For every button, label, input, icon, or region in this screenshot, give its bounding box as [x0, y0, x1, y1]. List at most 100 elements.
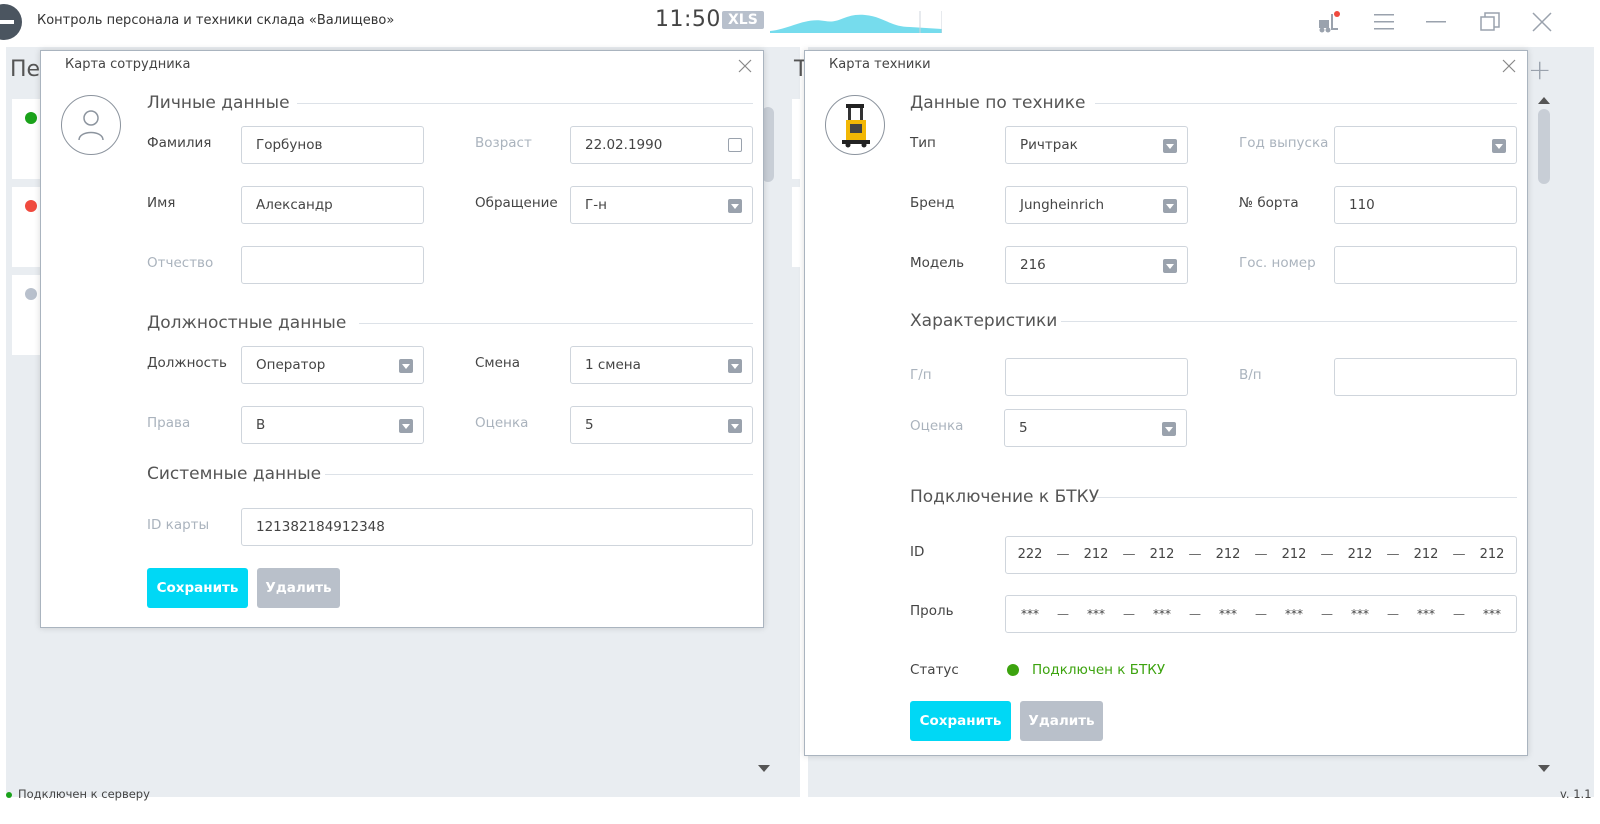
- dropdown-icon[interactable]: [1163, 259, 1177, 273]
- scrollbar[interactable]: [1538, 109, 1550, 184]
- id-segment[interactable]: 212: [1076, 537, 1116, 573]
- add-button[interactable]: +: [1528, 53, 1551, 86]
- dialog-title: Карта техники: [829, 57, 931, 72]
- dropdown-icon[interactable]: [399, 359, 413, 373]
- menu-icon[interactable]: [1372, 10, 1396, 34]
- delete-button[interactable]: Удалить: [257, 568, 340, 608]
- year-select[interactable]: [1334, 126, 1517, 164]
- btku-password-field[interactable]: *** — *** — *** — *** — *** — *** — *** — ***: [1005, 595, 1517, 633]
- divider: [1095, 103, 1517, 104]
- label-age: Возраст: [475, 135, 532, 151]
- scroll-up-icon[interactable]: [1538, 97, 1550, 105]
- password-segment[interactable]: ***: [1076, 596, 1116, 632]
- label-model: Модель: [910, 255, 965, 271]
- close-icon[interactable]: [1501, 58, 1517, 74]
- app-logo-icon: [0, 4, 22, 40]
- rating-select[interactable]: 5: [1004, 409, 1187, 447]
- calendar-icon[interactable]: [728, 138, 742, 152]
- segment-separator: —: [1188, 547, 1202, 562]
- minimize-icon[interactable]: [1424, 10, 1448, 34]
- type-select[interactable]: Ричтрак: [1005, 126, 1188, 164]
- id-segment[interactable]: 222: [1010, 537, 1050, 573]
- id-segment[interactable]: 212: [1142, 537, 1182, 573]
- segment-separator: —: [1255, 607, 1267, 621]
- dialog-title: Карта сотрудника: [65, 57, 191, 72]
- segment-separator: —: [1321, 607, 1333, 621]
- gp-field[interactable]: [1005, 358, 1188, 396]
- section-equipment: Данные по технике: [910, 93, 1086, 113]
- dropdown-icon[interactable]: [1162, 422, 1176, 436]
- id-segment[interactable]: 212: [1406, 537, 1446, 573]
- rights-value: В: [256, 417, 266, 433]
- gov-no-field[interactable]: [1334, 246, 1517, 284]
- delete-button[interactable]: Удалить: [1020, 701, 1103, 741]
- status-dot: [25, 112, 37, 124]
- surname-field[interactable]: Горбунов: [241, 126, 424, 164]
- save-button[interactable]: Сохранить: [910, 701, 1011, 741]
- password-segment[interactable]: ***: [1472, 596, 1512, 632]
- birthdate-value: 22.02.1990: [585, 137, 663, 153]
- server-status-text: Подключен к серверу: [18, 787, 150, 801]
- dropdown-icon[interactable]: [728, 199, 742, 213]
- save-button[interactable]: Сохранить: [147, 568, 248, 608]
- dropdown-icon[interactable]: [728, 359, 742, 373]
- restore-icon[interactable]: [1478, 10, 1502, 34]
- status-bar: Подключен к серверу v. 1.1: [0, 785, 1600, 805]
- dropdown-icon[interactable]: [1492, 139, 1506, 153]
- equipment-photo[interactable]: [825, 95, 885, 155]
- birthdate-field[interactable]: 22.02.1990: [570, 126, 753, 164]
- section-job: Должностные данные: [147, 313, 347, 333]
- name-field[interactable]: Александр: [241, 186, 424, 224]
- password-segment[interactable]: ***: [1406, 596, 1446, 632]
- btku-id-field[interactable]: 222 — 212 — 212 — 212 — 212 — 212 — 212 — 212: [1005, 536, 1517, 574]
- dropdown-icon[interactable]: [728, 419, 742, 433]
- salutation-value: Г-н: [585, 197, 607, 213]
- password-segment[interactable]: ***: [1208, 596, 1248, 632]
- board-no-field[interactable]: 110: [1334, 186, 1517, 224]
- password-segment[interactable]: ***: [1010, 596, 1050, 632]
- activity-wave: [770, 11, 942, 33]
- model-select[interactable]: 216: [1005, 246, 1188, 284]
- divider: [325, 474, 753, 475]
- salutation-select[interactable]: Г-н: [570, 186, 753, 224]
- password-segment[interactable]: ***: [1274, 596, 1314, 632]
- rating-select[interactable]: 5: [570, 406, 753, 444]
- clock: 11:50: [655, 7, 721, 32]
- id-segment[interactable]: 212: [1274, 537, 1314, 573]
- label-rating: Оценка: [910, 418, 964, 434]
- card-id-field[interactable]: 121382184912348: [241, 508, 753, 546]
- shift-select[interactable]: 1 смена: [570, 346, 753, 384]
- id-segment[interactable]: 212: [1208, 537, 1248, 573]
- brand-select[interactable]: Jungheinrich: [1005, 186, 1188, 224]
- dropdown-icon[interactable]: [1163, 139, 1177, 153]
- close-icon[interactable]: [737, 58, 753, 74]
- dropdown-icon[interactable]: [1163, 199, 1177, 213]
- dropdown-icon[interactable]: [399, 419, 413, 433]
- label-name: Имя: [147, 195, 176, 211]
- segment-separator: —: [1320, 547, 1334, 562]
- avatar[interactable]: [61, 95, 121, 155]
- vp-field[interactable]: [1334, 358, 1517, 396]
- rights-select[interactable]: В: [241, 406, 424, 444]
- position-select[interactable]: Оператор: [241, 346, 424, 384]
- password-segment[interactable]: ***: [1340, 596, 1380, 632]
- id-segment[interactable]: 212: [1340, 537, 1380, 573]
- label-type: Тип: [910, 135, 936, 151]
- connection-status-dot: [1007, 664, 1019, 676]
- patronymic-field[interactable]: [241, 246, 424, 284]
- id-segment[interactable]: 212: [1472, 537, 1512, 573]
- close-icon[interactable]: [1530, 10, 1554, 34]
- scroll-down-icon[interactable]: [1538, 765, 1550, 773]
- scroll-down-icon[interactable]: [758, 765, 770, 773]
- forklift-alert-icon[interactable]: [1316, 10, 1340, 34]
- section-connection: Подключение к БТКУ: [910, 487, 1100, 507]
- rating-value: 5: [585, 417, 594, 433]
- xls-export-button[interactable]: XLS: [722, 11, 764, 29]
- section-characteristics: Характеристики: [910, 311, 1058, 331]
- label-patronymic: Отчество: [147, 255, 214, 271]
- segment-separator: —: [1452, 547, 1466, 562]
- segment-separator: —: [1453, 607, 1465, 621]
- password-segment[interactable]: ***: [1142, 596, 1182, 632]
- brand-value: Jungheinrich: [1020, 197, 1105, 213]
- label-salutation: Обращение: [475, 195, 558, 211]
